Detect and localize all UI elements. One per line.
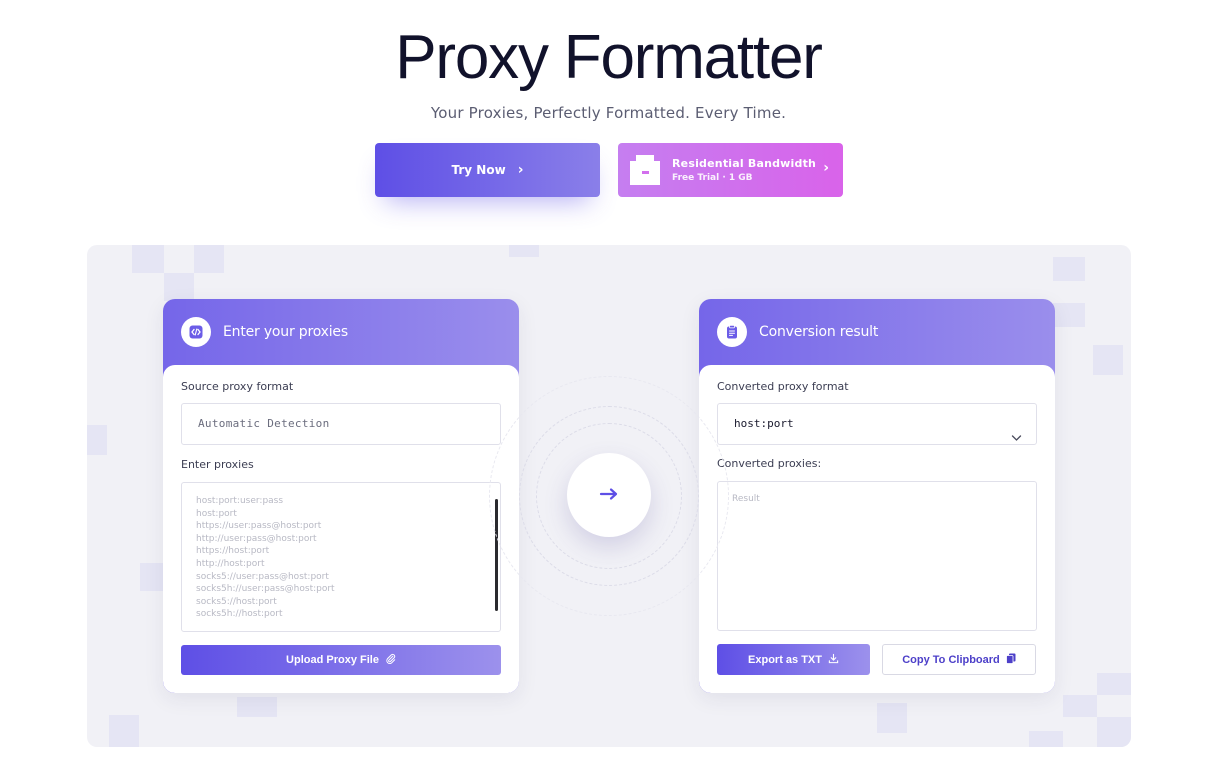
paperclip-icon [385,653,396,667]
decorative-tile [194,245,224,273]
decorative-tile [132,245,164,273]
copy-clipboard-button[interactable]: Copy To Clipboard [882,644,1036,675]
decorative-tile [237,697,277,717]
placeholder-line: http://user:pass@host:port [196,533,317,544]
chevron-right-icon: › [823,160,829,176]
decorative-tile [1053,303,1085,327]
download-icon [828,653,839,667]
code-icon [181,317,211,347]
output-card-title: Conversion result [759,324,879,340]
residential-title: Residential Bandwidth [672,157,817,170]
convert-button[interactable] [567,453,651,537]
decorative-tile [1063,695,1097,717]
placeholder-line: host:port:user:pass [196,496,284,506]
decorative-tile [877,703,907,733]
result-textarea[interactable]: Result [717,481,1037,631]
converted-proxies-label: Converted proxies: [717,457,822,470]
source-format-label: Source proxy format [181,380,294,393]
output-card: Conversion result Converted proxy format… [699,299,1055,693]
chevron-right-icon: › [517,162,524,178]
placeholder-line: socks5h://host:port [196,609,283,620]
decorative-tile [1029,731,1063,747]
decorative-tile [1097,673,1131,695]
residential-amount: 1 GB [728,173,753,183]
page-title: Proxy Formatter [395,23,823,92]
copy-icon [1005,653,1016,667]
residential-bandwidth-button[interactable]: Residential Bandwidth Free Trial · 1 GB … [618,143,843,197]
decorative-tile [1053,257,1085,281]
residential-trial-label: Free Trial [672,173,720,183]
output-card-body: Converted proxy format host:port Convert… [699,365,1055,693]
decorative-tile [87,425,107,455]
placeholder-line: socks5h://user:pass@host:port [196,584,335,595]
export-txt-button[interactable]: Export as TXT [717,644,870,675]
decorative-tile [164,273,194,301]
input-card-body: Source proxy format Automatic Detection … [163,365,519,693]
converted-format-value: host:port [734,417,794,430]
upload-proxy-file-button[interactable]: Upload Proxy File [181,645,501,675]
decorative-tile [1093,345,1123,375]
result-placeholder: Result [732,494,760,504]
decorative-tile [1097,717,1131,747]
output-card-header: Conversion result [699,299,1055,365]
converted-format-label: Converted proxy format [717,380,849,393]
clipboard-icon [717,317,747,347]
decorative-tile [509,245,539,257]
page-subtitle: Your Proxies, Perfectly Formatted. Every… [430,104,787,122]
placeholder-line: socks5://user:pass@host:port [196,571,329,582]
placeholder-line: socks5://host:port [196,596,277,607]
decorative-tile [109,715,139,747]
chevron-down-icon [1011,419,1022,459]
export-label: Export as TXT [748,653,822,666]
proxies-textarea[interactable]: host:port:user:pass host:port https://us… [181,482,501,632]
placeholder-line: https://user:pass@host:port [196,521,322,532]
input-card-title: Enter your proxies [223,324,348,340]
input-card: Enter your proxies Source proxy format A… [163,299,519,693]
copy-label: Copy To Clipboard [902,653,1000,666]
try-now-label: Try Now [451,163,506,177]
try-now-button[interactable]: Try Now › [375,143,600,197]
placeholder-line: https://host:port [196,546,270,557]
input-card-header: Enter your proxies [163,299,519,365]
enter-proxies-label: Enter proxies [181,458,254,471]
placeholder-line: host:port [196,508,237,519]
residential-building-icon [630,155,660,185]
source-format-select[interactable]: Automatic Detection [181,403,501,445]
placeholder-line: http://host:port [196,558,265,569]
converted-format-select[interactable]: host:port [717,403,1037,445]
upload-label: Upload Proxy File [286,654,379,666]
arrow-right-icon [599,486,619,505]
residential-trial-info: Free Trial · 1 GB [672,173,816,183]
